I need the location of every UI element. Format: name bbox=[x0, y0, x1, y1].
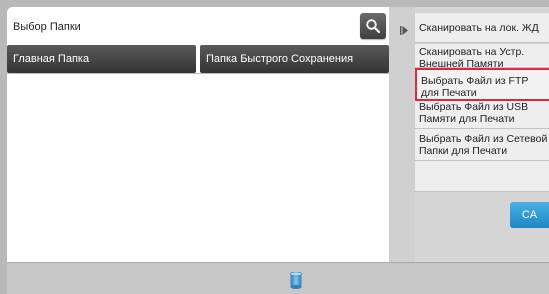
folder-panel: Выбор Папки Главная Папка Папка Быстрого… bbox=[7, 7, 390, 263]
menu-item-scan-local-hdd[interactable]: Сканировать на лок. ЖД bbox=[415, 13, 549, 43]
action-panel: Сканировать на лок. ЖД Сканировать на Ус… bbox=[389, 7, 549, 262]
panel-toggle-strip[interactable] bbox=[389, 7, 415, 262]
search-button[interactable] bbox=[360, 13, 386, 39]
main-folder-button[interactable]: Главная Папка bbox=[7, 45, 196, 73]
folder-header: Выбор Папки bbox=[7, 7, 389, 45]
folder-list bbox=[7, 73, 389, 263]
menu-item-print-from-usb[interactable]: Выбрать Файл из USB Памяти для Печати bbox=[415, 101, 549, 129]
expand-arrow-icon[interactable] bbox=[400, 26, 408, 35]
app-frame: Выбор Папки Главная Папка Папка Быстрого… bbox=[7, 7, 549, 294]
search-icon bbox=[366, 19, 381, 34]
storage-icon[interactable] bbox=[290, 272, 302, 289]
status-bar bbox=[7, 262, 549, 294]
menu-item-print-from-ftp[interactable]: Выбрать Файл из FTP для Печати bbox=[415, 68, 549, 101]
quick-save-folder-button[interactable]: Папка Быстрого Сохранения bbox=[200, 45, 389, 73]
menu-empty-slot bbox=[415, 161, 549, 192]
folder-select-title: Выбор Папки bbox=[13, 21, 81, 33]
ca-button[interactable]: CA bbox=[510, 202, 549, 228]
menu-item-scan-external-memory[interactable]: Сканировать на Устр. Внешней Памяти bbox=[415, 44, 549, 68]
menu-item-print-from-network-folder[interactable]: Выбрать Файл из Сетевой Папки для Печати bbox=[415, 129, 549, 161]
